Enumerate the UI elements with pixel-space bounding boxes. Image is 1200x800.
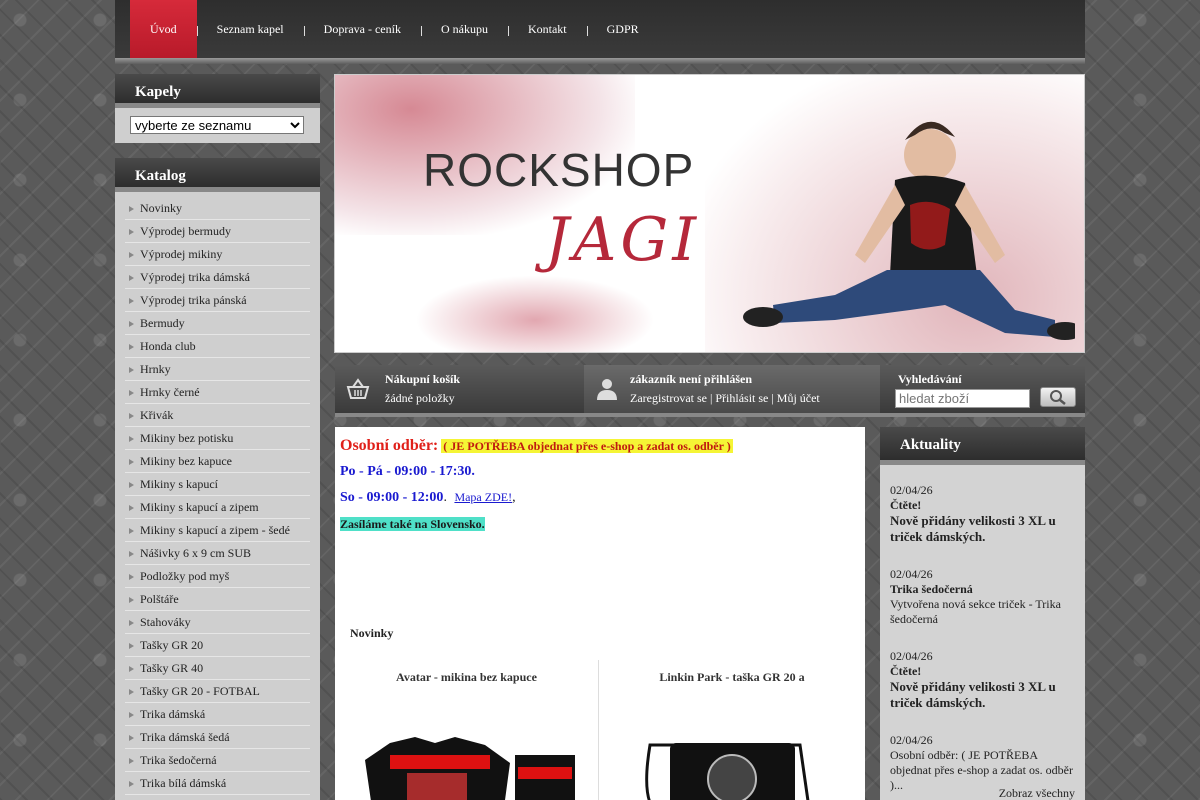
- news-body: Nově přidány velikosti 3 XL u triček dám…: [890, 679, 1056, 710]
- nav-underline: [115, 58, 1085, 64]
- brand-script: JAGI: [545, 205, 701, 275]
- hours-saturday-line: So - 09:00 - 12:00. Mapa ZDE!,: [340, 490, 516, 506]
- nav-menu: Úvod Seznam kapel Doprava - ceník O nákupu K…: [130, 0, 659, 58]
- pickup-note: ( JE POTŘEBA objednat přes e-shop a zada…: [441, 439, 733, 453]
- pickup-line: Osobní odběr: ( JE POTŘEBA objednat přes…: [340, 437, 733, 455]
- katalog-item[interactable]: Podložky pod myš: [125, 565, 310, 588]
- katalog-item[interactable]: Hrnky: [125, 358, 310, 381]
- news-item[interactable]: 02/04/26 Čtěte! Nově přidány velikosti 3 X…: [890, 483, 1075, 545]
- banner: ROCKSHOP JAGI: [334, 74, 1085, 353]
- search-title: Vyhledávání: [898, 372, 962, 386]
- news-item[interactable]: 02/04/26 Čtěte! Nově přidány velikosti 3 X…: [890, 649, 1075, 711]
- katalog-item[interactable]: Bermudy: [125, 312, 310, 335]
- map-comma: ,: [512, 490, 516, 505]
- katalog-item[interactable]: Novinky: [125, 197, 310, 220]
- katalog-item[interactable]: Hrnky černé: [125, 381, 310, 404]
- search-panel: Vyhledávání: [880, 365, 1085, 413]
- news-box: Aktuality 02/04/26 Čtěte! Nově přidány vel…: [880, 427, 1085, 800]
- user-links[interactable]: Zaregistrovat se | Přihlásit se | Můj úč…: [630, 391, 820, 406]
- nav-item[interactable]: Kontakt: [507, 0, 587, 58]
- product-image-hoodie[interactable]: [335, 705, 599, 800]
- katalog-item[interactable]: Mikiny bez potisku: [125, 427, 310, 450]
- info-bar: Nákupní košík žádné položky zákazník nen…: [335, 365, 1085, 417]
- news-date: 02/04/26: [890, 733, 933, 747]
- product-card[interactable]: Avatar - mikina bez kapuce: [335, 660, 599, 800]
- search-input[interactable]: [895, 389, 1030, 408]
- kapely-box: Kapely vyberte ze seznamu: [115, 74, 320, 143]
- katalog-title: Katalog: [115, 158, 320, 192]
- product-image-bag[interactable]: [600, 705, 864, 800]
- nav-item[interactable]: Seznam kapel: [196, 0, 304, 58]
- katalog-item[interactable]: Polštáře: [125, 588, 310, 611]
- show-all-news-link[interactable]: Zobraz všechny: [999, 786, 1075, 800]
- news-date: 02/04/26: [890, 567, 933, 581]
- katalog-item[interactable]: Výprodej bermudy: [125, 220, 310, 243]
- product-card[interactable]: Linkin Park - taška GR 20 a: [600, 660, 864, 800]
- katalog-item[interactable]: Křivák: [125, 404, 310, 427]
- shipping-line: Zasíláme také na Slovensko.: [340, 517, 485, 532]
- katalog-item[interactable]: Trika bílá dámská: [125, 772, 310, 795]
- katalog-item[interactable]: Mikiny bez kapuce: [125, 450, 310, 473]
- cart-title: Nákupní košík: [385, 372, 461, 386]
- katalog-item[interactable]: Mikiny s kapucí a zipem: [125, 496, 310, 519]
- hours-separator: .: [443, 490, 447, 505]
- cart-panel[interactable]: Nákupní košík žádné položky: [335, 365, 584, 413]
- product-name[interactable]: Avatar - mikina bez kapuce: [335, 670, 598, 685]
- katalog-item[interactable]: Mikiny s kapucí a zipem - šedé: [125, 519, 310, 542]
- cart-status: žádné položky: [385, 391, 455, 405]
- news-heading[interactable]: Čtěte!: [890, 664, 1075, 679]
- katalog-item[interactable]: Stahováky: [125, 611, 310, 634]
- news-body: Nově přidány velikosti 3 XL u triček dám…: [890, 513, 1056, 544]
- nav-item[interactable]: O nákupu: [420, 0, 508, 58]
- katalog-item[interactable]: Tašky GR 20 - FOTBAL: [125, 680, 310, 703]
- user-status: zákazník není přihlášen: [630, 372, 753, 386]
- news-item[interactable]: 02/04/26 Osobní odběr: ( JE POTŘEBA objed…: [890, 733, 1075, 793]
- katalog-item[interactable]: Výprodej mikiny: [125, 243, 310, 266]
- main-content: Osobní odběr: ( JE POTŘEBA objednat přes…: [335, 427, 865, 800]
- top-navigation: Úvod Seznam kapel Doprava - ceník O nákupu K…: [115, 0, 1085, 64]
- shipping-note: Zasíláme také na Slovensko.: [340, 517, 485, 531]
- hours-saturday: So - 09:00 - 12:00: [340, 490, 444, 505]
- katalog-item[interactable]: Výprodej trika pánská: [125, 289, 310, 312]
- katalog-box: Katalog Novinky Výprodej bermudy Výprodej …: [115, 158, 320, 800]
- search-button[interactable]: [1040, 387, 1076, 407]
- pickup-label: Osobní odběr:: [340, 437, 439, 454]
- kapely-title: Kapely: [115, 74, 320, 108]
- news-title: Aktuality: [880, 427, 1085, 465]
- katalog-item[interactable]: Honda club: [125, 335, 310, 358]
- katalog-item[interactable]: Trika šedočerná: [125, 749, 310, 772]
- novinky-heading: Novinky: [350, 626, 394, 640]
- katalog-item[interactable]: Tašky GR 40: [125, 657, 310, 680]
- katalog-item[interactable]: Trika dámská šedá: [125, 726, 310, 749]
- paint-splash: [415, 275, 655, 352]
- hours-weekday: Po - Pá - 09:00 - 17:30.: [340, 464, 475, 479]
- basket-icon: [346, 378, 370, 399]
- brand-logo: ROCKSHOP: [423, 144, 695, 196]
- news-heading[interactable]: Čtěte!: [890, 498, 1075, 513]
- news-list: 02/04/26 Čtěte! Nově přidány velikosti 3 X…: [880, 465, 1085, 793]
- katalog-item[interactable]: Mikiny s kapucí: [125, 473, 310, 496]
- news-date: 02/04/26: [890, 483, 933, 497]
- news-heading[interactable]: Trika šedočerná: [890, 582, 1075, 597]
- user-panel: zákazník není přihlášen Zaregistrovat se…: [584, 365, 880, 413]
- katalog-item[interactable]: Trika dámská: [125, 703, 310, 726]
- band-select[interactable]: vyberte ze seznamu: [130, 116, 304, 134]
- banner-photo-kid: [743, 121, 1075, 340]
- product-name[interactable]: Linkin Park - taška GR 20 a: [600, 670, 864, 685]
- nav-item[interactable]: Doprava - ceník: [303, 0, 421, 58]
- katalog-item[interactable]: Nášivky 6 x 9 cm SUB: [125, 542, 310, 565]
- katalog-item[interactable]: Výprodej trika dámská: [125, 266, 310, 289]
- katalog-item[interactable]: Tašky GR 20: [125, 634, 310, 657]
- search-icon: [1050, 390, 1066, 405]
- news-item[interactable]: 02/04/26 Trika šedočerná Vytvořena nová se…: [890, 567, 1075, 627]
- nav-item[interactable]: Úvod: [130, 0, 197, 58]
- katalog-list: Novinky Výprodej bermudy Výprodej mikiny Vý…: [125, 197, 310, 795]
- map-link[interactable]: Mapa ZDE!: [454, 490, 512, 504]
- user-icon: [597, 379, 617, 400]
- nav-item[interactable]: GDPR: [586, 0, 659, 58]
- news-body: Vytvořena nová sekce triček - Trika šedo…: [890, 597, 1061, 626]
- news-date: 02/04/26: [890, 649, 933, 663]
